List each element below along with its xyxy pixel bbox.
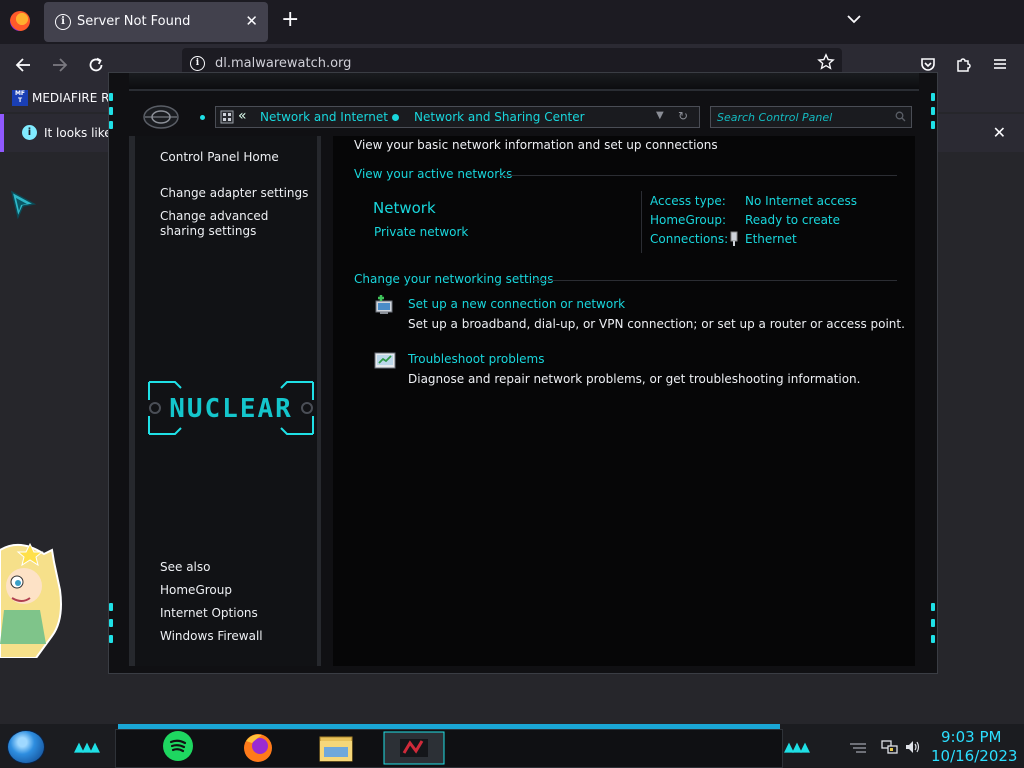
control-panel-icon xyxy=(220,110,234,124)
access-type-label: Access type: xyxy=(650,194,726,208)
setup-connection-link[interactable]: Set up a new connection or network xyxy=(408,297,625,311)
start-button[interactable] xyxy=(7,730,45,764)
taskbar-app-frame xyxy=(115,729,783,768)
ethernet-cable-icon xyxy=(730,231,738,246)
nuclear-logo-text: NUCLEAR xyxy=(169,394,293,424)
taskbar-clock-date[interactable]: 10/16/2023 xyxy=(931,747,1017,765)
homegroup-link[interactable]: HomeGroup xyxy=(160,583,232,598)
section-divider xyxy=(499,175,897,176)
taskbar-chevron-accent: ▲▲▲ xyxy=(74,740,100,755)
change-advanced-sharing-link[interactable]: Change advanced sharing settings xyxy=(160,209,310,239)
info-icon: i xyxy=(55,14,71,30)
vertical-divider xyxy=(641,191,642,253)
spotify-icon xyxy=(169,739,187,753)
network-sharing-content: View your basic network information and … xyxy=(333,136,915,666)
setup-connection-description: Set up a broadband, dial-up, or VPN conn… xyxy=(408,317,905,331)
breadcrumb-network-sharing-center[interactable]: Network and Sharing Center xyxy=(414,110,585,124)
url-text[interactable]: dl.malwarewatch.org xyxy=(215,56,351,71)
refresh-icon[interactable]: ↻ xyxy=(678,109,688,123)
site-info-icon[interactable]: i xyxy=(190,56,205,71)
bookmark-star-icon[interactable] xyxy=(817,53,835,71)
section-divider xyxy=(533,280,897,281)
taskbar-chevron-accent: ▲▲▲ xyxy=(784,740,810,755)
search-icon[interactable] xyxy=(895,111,906,122)
window-title-strip[interactable] xyxy=(129,73,919,91)
hamburger-menu-icon[interactable] xyxy=(991,55,1009,73)
cartoon-character-sticker-icon xyxy=(0,542,62,658)
troubleshoot-link[interactable]: Troubleshoot problems xyxy=(408,352,544,366)
breadcrumb-network-and-internet[interactable]: Network and Internet xyxy=(260,110,388,124)
network-setup-icon xyxy=(375,295,393,314)
active-networks-heading: View your active networks xyxy=(354,167,513,181)
ethernet-connection-link[interactable]: Ethernet xyxy=(745,232,797,246)
reload-icon[interactable] xyxy=(87,56,105,74)
internet-options-link[interactable]: Internet Options xyxy=(160,606,258,621)
troubleshoot-description: Diagnose and repair network problems, or… xyxy=(408,372,861,386)
homegroup-label: HomeGroup: xyxy=(650,213,727,227)
troubleshoot-icon xyxy=(374,352,396,369)
windows-firewall-link[interactable]: Windows Firewall xyxy=(160,629,263,644)
list-all-tabs-icon[interactable] xyxy=(845,10,863,28)
pocket-icon[interactable] xyxy=(919,55,937,73)
browser-tab-bar: i Server Not Found ✕ + xyxy=(0,0,1024,44)
back-arrow-icon[interactable] xyxy=(14,56,32,74)
search-placeholder: Search Control Panel xyxy=(717,111,833,124)
nuclear-theme-logo: NUCLEAR xyxy=(148,381,314,435)
access-type-value: No Internet access xyxy=(745,194,858,208)
extensions-puzzle-icon[interactable] xyxy=(955,55,973,73)
network-name[interactable]: Network xyxy=(373,199,436,217)
forward-arrow-icon[interactable] xyxy=(51,56,69,74)
volume-icon[interactable] xyxy=(905,740,921,754)
change-adapter-settings-link[interactable]: Change adapter settings xyxy=(160,186,308,201)
search-control-panel-input[interactable]: Search Control Panel xyxy=(710,106,912,128)
control-panel-home-link[interactable]: Control Panel Home xyxy=(160,150,279,165)
custom-cursor-icon xyxy=(10,190,36,220)
control-panel-window: « Network and Internet Network and Shari… xyxy=(108,72,938,674)
spotify-taskbar-icon[interactable] xyxy=(163,731,193,761)
see-also-heading: See also xyxy=(160,560,211,574)
browser-tab[interactable]: i Server Not Found ✕ xyxy=(44,2,268,42)
firefox-taskbar-icon[interactable] xyxy=(226,731,290,765)
left-navigation-pane: Control Panel Home Change adapter settin… xyxy=(129,136,321,666)
info-icon: i xyxy=(22,125,37,140)
file-explorer-taskbar-icon[interactable] xyxy=(304,731,368,765)
chevron-down-icon[interactable]: ▼ xyxy=(656,110,664,121)
homegroup-status-link[interactable]: Ready to create xyxy=(745,213,840,227)
breadcrumb-separator-icon xyxy=(392,114,399,121)
network-type-link[interactable]: Private network xyxy=(374,225,468,239)
show-hidden-icons-icon[interactable] xyxy=(848,741,868,755)
address-bar[interactable]: « Network and Internet Network and Shari… xyxy=(215,106,700,128)
new-tab-button[interactable]: + xyxy=(281,9,299,31)
mediafire-bookmark-icon[interactable]: MF T xyxy=(12,90,28,106)
connections-label: Connections: xyxy=(650,232,729,246)
tab-title: Server Not Found xyxy=(77,14,191,29)
taskbar-clock-time[interactable]: 9:03 PM xyxy=(941,728,1001,746)
network-tray-icon[interactable] xyxy=(881,739,899,755)
bookmark-label[interactable]: MEDIAFIRE RO xyxy=(32,91,119,105)
nav-indicator-dot xyxy=(200,115,205,120)
page-heading: View your basic network information and … xyxy=(354,138,718,152)
notification-close-button[interactable]: ✕ xyxy=(993,123,1006,142)
breadcrumb-overflow-icon[interactable]: « xyxy=(238,108,247,124)
firefox-logo-icon xyxy=(10,11,30,31)
tab-close-button[interactable]: ✕ xyxy=(245,12,258,30)
network-sharing-center-taskbar-icon[interactable] xyxy=(382,731,446,765)
back-forward-orb-icon[interactable] xyxy=(143,104,179,130)
change-settings-heading: Change your networking settings xyxy=(354,272,554,286)
taskbar-accent-band xyxy=(118,724,780,729)
